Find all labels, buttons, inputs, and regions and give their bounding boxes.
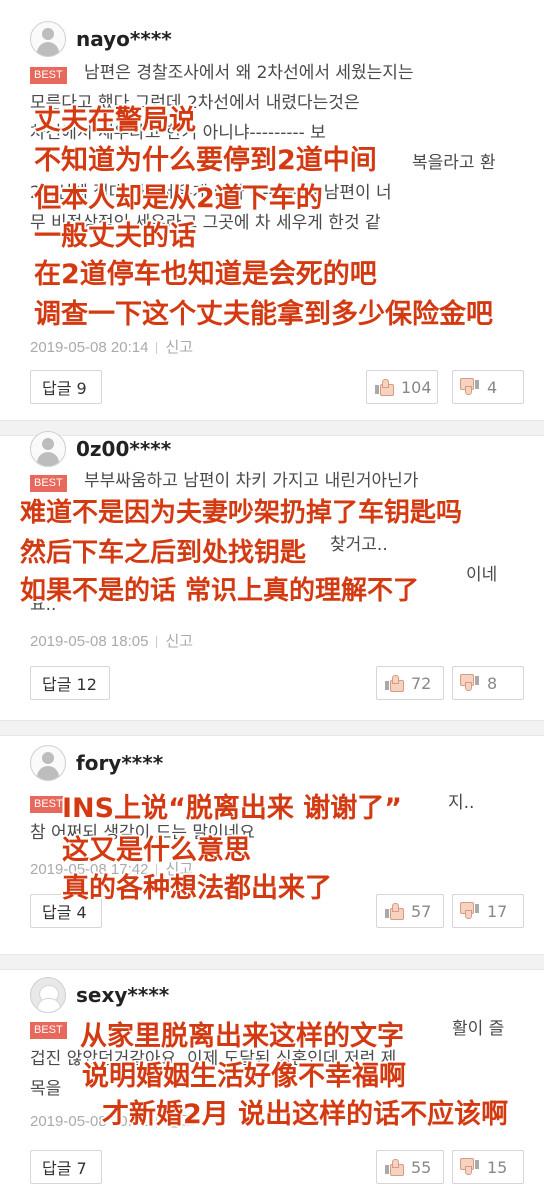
thumbs-down-icon — [460, 902, 479, 919]
comment-feed: nayo**** BEST 남편은 경찰조사에서 왜 2차선에서 세웠는지는 모… — [0, 0, 544, 1200]
meta-divider — [156, 636, 158, 649]
comment-line: 참 어쩌되 생각이 드는 말이네요 — [30, 823, 255, 843]
user-avatar-icon[interactable] — [30, 21, 66, 57]
comment-date: 2019-05-08 20:22 — [30, 1113, 149, 1130]
best-badge: BEST — [30, 475, 67, 492]
comment-text: 참 어쩌되 생각이 드는 말이네요 — [30, 818, 518, 848]
thumbs-up-icon — [375, 379, 394, 396]
comment-card: fory**** BEST 지.. 참 어쩌되 생각이 드는 말이네요 2019… — [0, 734, 544, 954]
best-badge: BEST — [30, 1022, 67, 1039]
comment-card: 0z00**** BEST 부부싸움하고 남편이 차키 가지고 내린거아닌가 찾… — [0, 431, 544, 720]
report-link[interactable]: 신고 — [165, 1113, 193, 1130]
like-button[interactable]: 104 — [366, 370, 438, 404]
user-avatar-icon[interactable] — [30, 431, 66, 467]
thumbs-up-icon — [385, 1159, 404, 1176]
reply-button-label: 답글 4 — [42, 903, 87, 922]
reply-button[interactable]: 답글 9 — [30, 370, 102, 404]
like-button[interactable]: 55 — [376, 1150, 444, 1184]
like-button[interactable]: 72 — [376, 666, 444, 700]
thumbs-down-icon — [460, 378, 479, 395]
comment-line: 차선에서 세우라고 한거 아니냐--------- 보 — [30, 123, 326, 143]
reply-button[interactable]: 답글 4 — [30, 894, 102, 928]
dislike-button[interactable]: 17 — [452, 894, 524, 928]
comment-line: 무 비정상적인 세우라고 그곳에 차 세우게 한것 같 — [30, 213, 381, 233]
dislike-count: 8 — [487, 673, 498, 693]
overlay-line: 难道不是因为夫妻吵架扔掉了车钥匙吗 — [20, 498, 463, 528]
comment-line: 2차선에 절대 차로세우게 한다 ------------남편이 너 — [30, 183, 392, 203]
reply-button[interactable]: 답글 7 — [30, 1150, 102, 1184]
reply-button-label: 답글 7 — [42, 1159, 87, 1178]
dislike-count: 15 — [487, 1157, 508, 1177]
comment-line: 모른다고 했다 그런데 2차선에서 내렸다는것은 — [30, 93, 360, 113]
comment-line-fragment: 활이 즐 — [452, 1019, 505, 1039]
comment-card: sexy**** BEST 활이 즐 겁진 않았던거같아요. 이제 도달된 싱혼… — [0, 968, 544, 1200]
comment-meta: 2019-05-08 20:14 신고 — [30, 336, 193, 357]
reply-button[interactable]: 답글 12 — [30, 666, 110, 700]
dislike-button[interactable]: 15 — [452, 1150, 524, 1184]
comment-text: 남편은 경찰조사에서 왜 2차선에서 세웠는지는 — [84, 58, 518, 88]
comment-text: 부부싸움하고 남편이 차키 가지고 내린거아닌가 — [84, 466, 518, 496]
user-avatar-icon[interactable] — [30, 745, 66, 781]
thumbs-down-icon — [460, 674, 479, 691]
thumbs-down-icon — [460, 1158, 479, 1175]
meta-divider — [156, 864, 158, 877]
comment-line: 겁진 않았던거같아요. 이제 도달된 싱혼인데 저런 제 — [30, 1049, 397, 1069]
comment-line: 목을 — [30, 1079, 62, 1099]
comment-line: 부부싸움하고 남편이 차키 가지고 내린거아닌가 — [84, 471, 419, 491]
report-link[interactable]: 신고 — [165, 861, 193, 878]
reply-button-label: 답글 9 — [42, 379, 87, 398]
comment-meta: 2019-05-08 17:42 신고 — [30, 858, 193, 879]
overlay-line: 调查一下这个丈夫能拿到多少保险金吧 — [34, 299, 493, 330]
dislike-button[interactable]: 4 — [452, 370, 524, 404]
overlay-line: 然后下车之后到处找钥匙 — [20, 538, 307, 568]
comment-line-fragment: 찾거고.. — [330, 535, 388, 555]
comment-date: 2019-05-08 18:05 — [30, 633, 149, 650]
comment-line: 남편은 경찰조사에서 왜 2차선에서 세웠는지는 — [84, 63, 414, 83]
comment-card: nayo**** BEST 남편은 경찰조사에서 왜 2차선에서 세웠는지는 모… — [0, 0, 544, 420]
thumbs-up-icon — [385, 675, 404, 692]
username[interactable]: nayo**** — [76, 27, 172, 51]
dislike-count: 4 — [487, 377, 498, 397]
dislike-button[interactable]: 8 — [452, 666, 524, 700]
comment-line-fragment: 요.. — [30, 595, 57, 615]
comment-date: 2019-05-08 17:42 — [30, 861, 149, 878]
like-count: 55 — [411, 1157, 432, 1177]
meta-divider — [156, 1116, 158, 1129]
reply-button-label: 답글 12 — [42, 675, 97, 694]
user-avatar-icon[interactable] — [30, 977, 66, 1013]
comment-header: sexy**** — [30, 977, 169, 1013]
like-count: 57 — [411, 901, 432, 921]
username[interactable]: sexy**** — [76, 983, 169, 1007]
like-count: 72 — [411, 673, 432, 693]
username[interactable]: fory**** — [76, 751, 163, 775]
thumbs-up-icon — [385, 903, 404, 920]
report-link[interactable]: 신고 — [165, 339, 193, 356]
comment-meta: 2019-05-08 18:05 신고 — [30, 630, 193, 651]
dislike-count: 17 — [487, 901, 508, 921]
comment-header: fory**** — [30, 745, 163, 781]
overlay-line: 在2道停车也知道是会死的吧 — [34, 259, 377, 290]
comment-line-fragment: 이네 — [466, 565, 498, 585]
comment-date: 2019-05-08 20:14 — [30, 339, 149, 356]
username[interactable]: 0z00**** — [76, 437, 171, 461]
comment-header: 0z00**** — [30, 431, 171, 467]
comment-line-fragment: 복을라고 환 — [412, 153, 496, 173]
comment-meta: 2019-05-08 20:22 신고 — [30, 1110, 193, 1131]
like-count: 104 — [401, 377, 432, 397]
comment-header: nayo**** — [30, 21, 172, 57]
comment-line-fragment: 지.. — [448, 793, 475, 813]
best-badge: BEST — [30, 796, 67, 813]
comment-text: 겁진 않았던거같아요. 이제 도달된 싱혼인데 저런 제 목을 — [30, 1044, 518, 1104]
like-button[interactable]: 57 — [376, 894, 444, 928]
report-link[interactable]: 신고 — [165, 633, 193, 650]
best-badge: BEST — [30, 67, 67, 84]
meta-divider — [156, 342, 158, 355]
